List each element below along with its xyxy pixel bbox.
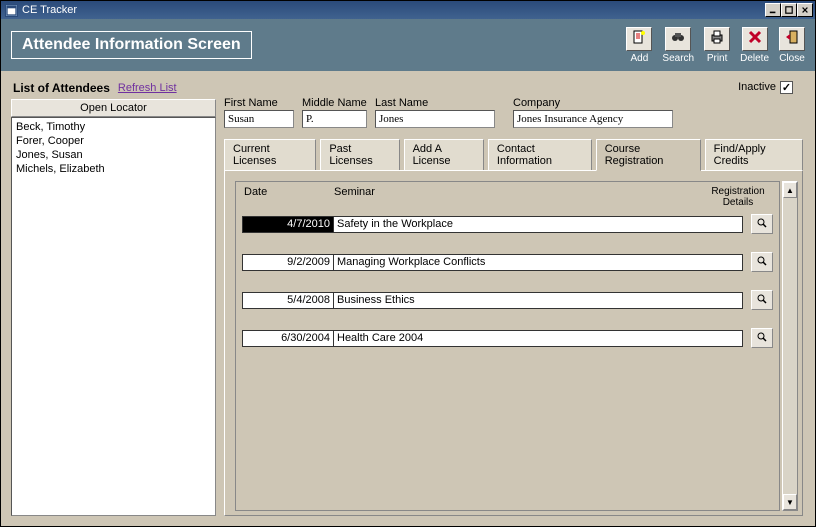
magnifier-icon: [756, 255, 768, 270]
first-name-label: First Name: [224, 97, 294, 109]
refresh-list-link[interactable]: Refresh List: [118, 82, 177, 94]
table-row: 9/2/2009 Managing Workplace Conflicts: [242, 252, 773, 272]
minimize-button[interactable]: [765, 3, 781, 17]
tab-find-apply-credits[interactable]: Find/Apply Credits: [705, 139, 803, 171]
open-locator-button[interactable]: Open Locator: [11, 99, 216, 117]
col-date: Date: [242, 186, 334, 208]
tab-contact-information[interactable]: Contact Information: [488, 139, 592, 171]
inactive-label: Inactive: [738, 81, 776, 93]
magnifier-icon: [756, 293, 768, 308]
toolbar: Add Search Print Delete Close: [626, 27, 805, 64]
registration-grid: Date Seminar RegistrationDetails 4/7/201…: [235, 181, 780, 511]
search-button[interactable]: Search: [662, 27, 694, 64]
list-item[interactable]: Beck, Timothy: [16, 120, 211, 134]
delete-x-icon: [747, 29, 763, 48]
print-button[interactable]: Print: [704, 27, 730, 64]
date-cell[interactable]: 6/30/2004: [242, 330, 334, 347]
list-item[interactable]: Michels, Elizabeth: [16, 162, 211, 176]
add-button[interactable]: Add: [626, 27, 652, 64]
tab-panel: Date Seminar RegistrationDetails 4/7/201…: [224, 170, 803, 516]
magnifier-icon: [756, 217, 768, 232]
maximize-button[interactable]: [781, 3, 797, 17]
details-button[interactable]: [751, 252, 773, 272]
date-cell[interactable]: 4/7/2010: [242, 216, 334, 233]
date-cell[interactable]: 5/4/2008: [242, 292, 334, 309]
titlebar: CE Tracker: [1, 1, 815, 19]
scroll-down-button[interactable]: ▼: [783, 494, 797, 510]
attendee-list[interactable]: Beck, Timothy Forer, Cooper Jones, Susan…: [11, 117, 216, 516]
seminar-cell[interactable]: Safety in the Workplace: [334, 216, 743, 233]
header-strip: Attendee Information Screen Add Search P…: [1, 19, 815, 71]
seminar-cell[interactable]: Managing Workplace Conflicts: [334, 254, 743, 271]
tab-strip: Current Licenses Past Licenses Add A Lic…: [224, 138, 803, 170]
app-icon: [5, 4, 18, 17]
close-window-button[interactable]: [797, 3, 813, 17]
details-button[interactable]: [751, 290, 773, 310]
middle-name-field[interactable]: [302, 110, 367, 128]
list-item[interactable]: Forer, Cooper: [16, 134, 211, 148]
tab-past-licenses[interactable]: Past Licenses: [320, 139, 399, 171]
attendee-list-title: List of Attendees: [13, 81, 110, 95]
delete-button[interactable]: Delete: [740, 27, 769, 64]
app-window: CE Tracker Attendee Information Screen A…: [0, 0, 816, 527]
magnifier-icon: [756, 331, 768, 346]
company-label: Company: [513, 97, 673, 109]
table-row: 4/7/2010 Safety in the Workplace: [242, 214, 773, 234]
last-name-field[interactable]: [375, 110, 495, 128]
document-add-icon: [631, 29, 647, 48]
middle-name-label: Middle Name: [302, 97, 367, 109]
vertical-scrollbar[interactable]: ▲ ▼: [782, 181, 798, 511]
page-title: Attendee Information Screen: [11, 31, 252, 59]
table-row: 5/4/2008 Business Ethics: [242, 290, 773, 310]
last-name-label: Last Name: [375, 97, 495, 109]
seminar-cell[interactable]: Business Ethics: [334, 292, 743, 309]
seminar-cell[interactable]: Health Care 2004: [334, 330, 743, 347]
main-area: List of Attendees Refresh List Open Loca…: [1, 71, 815, 526]
list-item[interactable]: Jones, Susan: [16, 148, 211, 162]
exit-door-icon: [784, 29, 800, 48]
first-name-field[interactable]: [224, 110, 294, 128]
attendee-panel: List of Attendees Refresh List Open Loca…: [11, 79, 216, 516]
details-button[interactable]: [751, 328, 773, 348]
details-button[interactable]: [751, 214, 773, 234]
tab-course-registration[interactable]: Course Registration: [596, 139, 701, 171]
table-row: 6/30/2004 Health Care 2004: [242, 328, 773, 348]
col-seminar: Seminar: [334, 186, 703, 208]
scroll-up-button[interactable]: ▲: [783, 182, 797, 198]
company-field[interactable]: [513, 110, 673, 128]
close-button[interactable]: Close: [779, 27, 805, 64]
inactive-checkbox[interactable]: ✓: [780, 81, 793, 94]
tab-current-licenses[interactable]: Current Licenses: [224, 139, 316, 171]
detail-panel: Inactive ✓ First Name Middle Name Last N…: [224, 79, 803, 516]
window-title: CE Tracker: [22, 4, 77, 16]
tab-add-license[interactable]: Add A License: [404, 139, 484, 171]
name-fields: First Name Middle Name Last Name Company: [224, 97, 803, 128]
date-cell[interactable]: 9/2/2009: [242, 254, 334, 271]
col-details: RegistrationDetails: [703, 186, 773, 208]
binoculars-icon: [670, 29, 686, 48]
inactive-row: Inactive ✓: [224, 79, 803, 95]
printer-icon: [709, 29, 725, 48]
